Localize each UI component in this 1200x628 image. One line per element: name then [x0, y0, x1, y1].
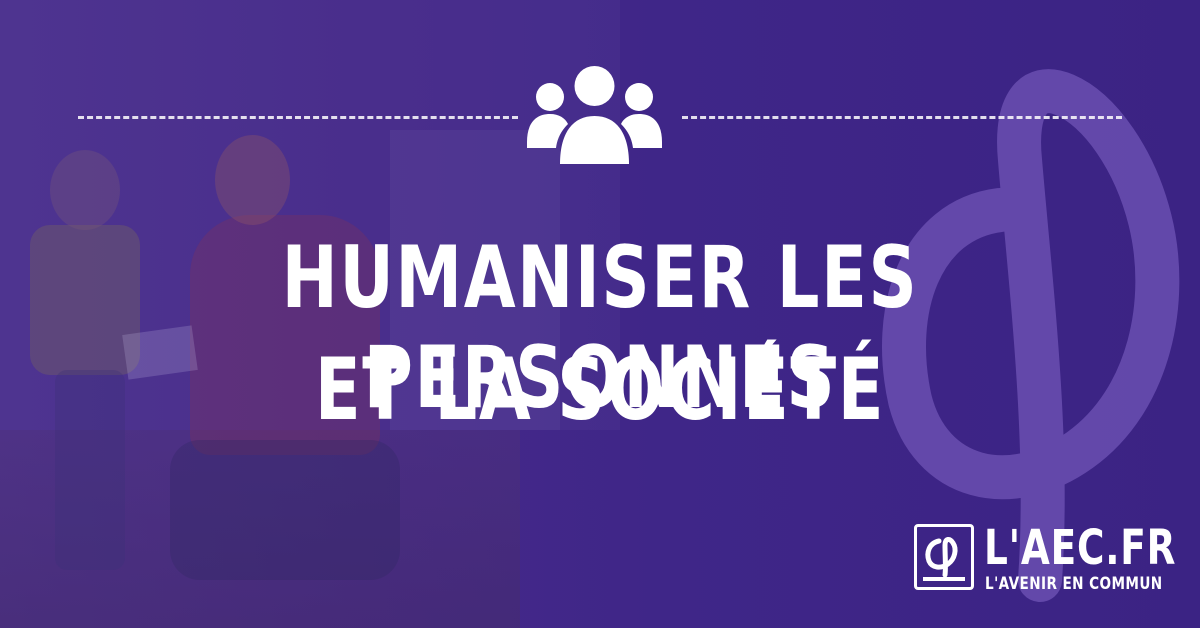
dashed-divider-left: [78, 116, 518, 119]
headline-line-2: ET LA SOCIÉTÉ: [314, 340, 886, 440]
banner: HUMANISER LES PERSONNES ET LA SOCIÉTÉ L'…: [0, 0, 1200, 628]
photo-child-head: [50, 150, 120, 230]
people-group-icon: [527, 66, 662, 164]
photo-child-body: [30, 225, 140, 375]
brand-logo[interactable]: L'AEC.FR L'AVENIR EN COMMUN: [914, 520, 1184, 604]
dashed-divider-right: [682, 116, 1122, 119]
phi-logo-icon: [914, 524, 974, 590]
brand-tagline: L'AVENIR EN COMMUN: [985, 574, 1163, 594]
photo-man-head: [215, 135, 290, 225]
photo-child-legs: [55, 370, 125, 570]
brand-name: L'AEC.FR: [984, 520, 1177, 576]
photo-man-legs: [170, 440, 400, 580]
